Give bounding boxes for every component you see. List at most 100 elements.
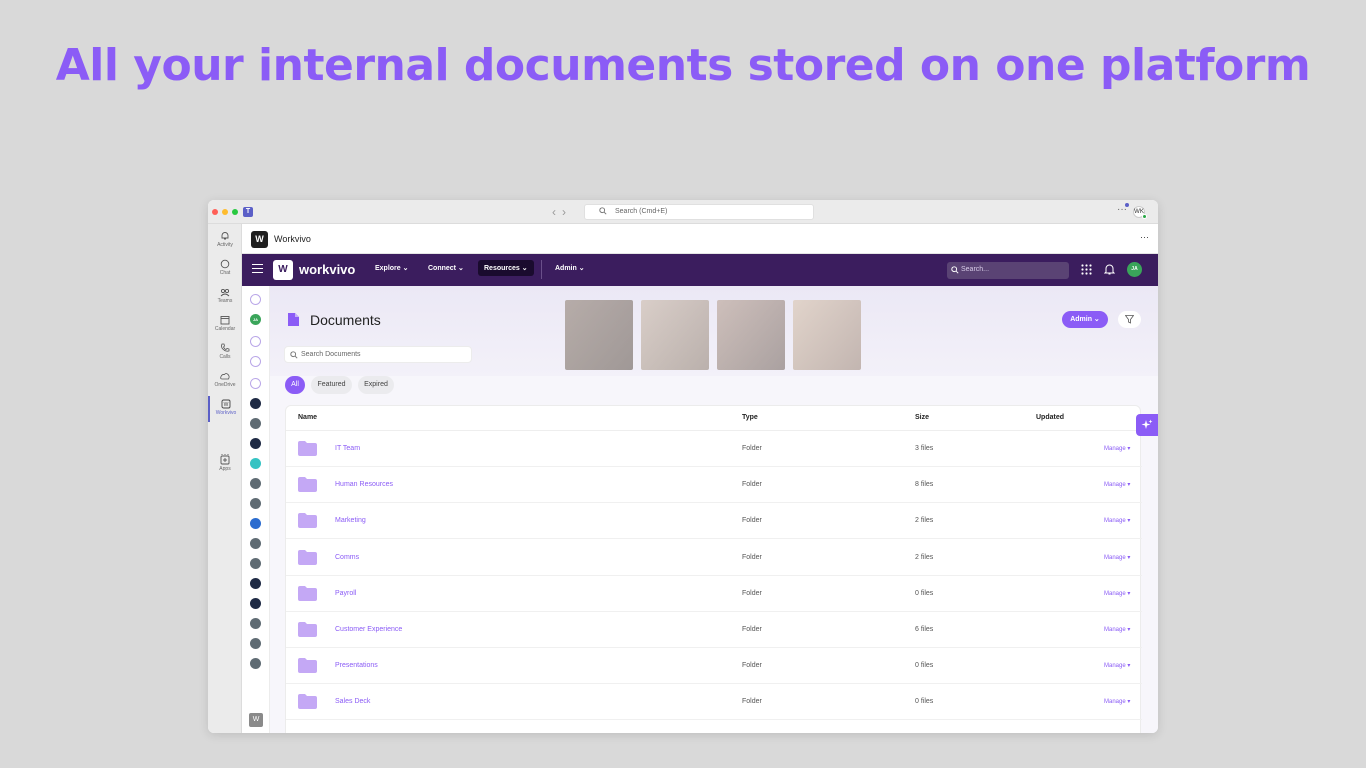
search-icon: [599, 207, 607, 215]
minimize-window-button[interactable]: [222, 209, 228, 215]
space-avatar[interactable]: [250, 538, 261, 549]
user-avatar[interactable]: JA: [250, 314, 261, 325]
folder-type: Folder: [742, 445, 762, 452]
folder-name-link[interactable]: Marketing: [335, 517, 366, 524]
space-avatar[interactable]: [250, 438, 261, 449]
folder-name-link[interactable]: Sales Deck: [335, 698, 370, 705]
table-row[interactable]: Marketing Folder 2 files Manage ▾: [286, 503, 1142, 540]
space-avatar[interactable]: [250, 638, 261, 649]
space-avatar[interactable]: [250, 578, 261, 589]
folder-name-link[interactable]: Payroll: [335, 590, 356, 597]
user-avatar[interactable]: JA: [1127, 262, 1142, 277]
folder-name-link[interactable]: Customer Experience: [335, 626, 402, 633]
home-icon[interactable]: [250, 294, 261, 305]
rail-item-calls[interactable]: Calls: [208, 340, 242, 366]
space-avatar[interactable]: [250, 458, 261, 469]
apps-grid-icon[interactable]: [1081, 264, 1092, 275]
space-avatar[interactable]: [250, 398, 261, 409]
manage-dropdown[interactable]: Manage ▾: [1104, 626, 1130, 633]
folder-type: Folder: [742, 517, 762, 525]
filter-button[interactable]: [1118, 311, 1141, 328]
space-avatar[interactable]: [250, 558, 261, 569]
table-row[interactable]: IT Team Folder 3 files Manage ▾: [286, 431, 1142, 467]
space-avatar[interactable]: [250, 478, 261, 489]
plus-icon: [220, 455, 230, 465]
space-avatar[interactable]: [250, 618, 261, 629]
hamburger-menu-icon[interactable]: [252, 264, 263, 273]
folder-size: 2 files: [915, 517, 934, 525]
table-row[interactable]: Payroll Folder 0 files Manage ▾: [286, 576, 1142, 612]
app-header: W Workvivo ···: [242, 224, 1158, 254]
space-avatar[interactable]: [250, 598, 261, 609]
chat-icon[interactable]: [250, 356, 261, 367]
table-row[interactable]: Sales Deck Folder 0 files Manage ▾: [286, 684, 1142, 721]
space-avatar[interactable]: [250, 658, 261, 669]
column-header-type[interactable]: Type: [742, 414, 758, 421]
admin-dropdown-button[interactable]: Admin ⌄: [1062, 311, 1108, 328]
more-options-icon[interactable]: ···: [1140, 232, 1149, 242]
manage-dropdown[interactable]: Manage ▾: [1104, 481, 1130, 488]
column-header-updated[interactable]: Updated: [1036, 414, 1064, 421]
folder-name-link[interactable]: IT Team: [335, 445, 360, 452]
teams-search-input[interactable]: Search (Cmd+E): [584, 204, 814, 220]
filter-pill-expired[interactable]: Expired: [358, 376, 394, 394]
manage-dropdown[interactable]: Manage ▾: [1104, 445, 1130, 452]
manage-dropdown[interactable]: Manage ▾: [1104, 554, 1130, 561]
teams-search-placeholder: Search (Cmd+E): [615, 208, 668, 215]
table-row[interactable]: Presentations Folder 0 files Manage ▾: [286, 648, 1142, 685]
rail-item-calendar[interactable]: Calendar: [208, 312, 242, 338]
rail-label: Teams: [217, 298, 233, 304]
admin-button-label: Admin: [1070, 316, 1092, 323]
space-avatar[interactable]: [250, 498, 261, 509]
nav-item-connect[interactable]: Connect ⌄: [428, 264, 464, 272]
workvivo-app-logo: W: [251, 231, 268, 248]
space-avatar[interactable]: [250, 518, 261, 529]
nav-search-input[interactable]: Search...: [947, 262, 1069, 279]
space-avatar[interactable]: [250, 418, 261, 429]
headline: All your internal documents stored on on…: [55, 40, 1311, 91]
search-documents-placeholder: Search Documents: [301, 351, 361, 358]
manage-dropdown[interactable]: Manage ▾: [1104, 590, 1130, 597]
column-header-size[interactable]: Size: [915, 414, 929, 421]
back-forward-arrows[interactable]: ‹›: [552, 205, 572, 219]
folder-name-link[interactable]: Comms: [335, 554, 359, 561]
banner-photo: [793, 300, 861, 370]
table-row[interactable]: Customer Experience Folder 6 files Manage ▾: [286, 612, 1142, 648]
rail-label: Chat: [219, 270, 231, 276]
explore-icon[interactable]: [250, 336, 261, 347]
table-row[interactable]: Human Resources Folder 8 files Manage ▾: [286, 467, 1142, 504]
cloud-icon: [220, 373, 230, 380]
rail-item-onedrive[interactable]: OneDrive: [208, 368, 242, 394]
search-documents-input[interactable]: Search Documents: [284, 346, 472, 363]
rail-item-workvivo[interactable]: W Workvivo: [208, 396, 242, 422]
notifications-bell-icon[interactable]: [1104, 263, 1115, 275]
filter-pill-featured[interactable]: Featured: [311, 376, 352, 394]
layers-icon[interactable]: [250, 378, 261, 389]
column-header-name[interactable]: Name: [298, 414, 317, 421]
close-window-button[interactable]: [212, 209, 218, 215]
nav-item-resources[interactable]: Resources ⌄: [478, 260, 534, 276]
rail-item-apps[interactable]: Apps: [208, 452, 242, 478]
nav-item-explore[interactable]: Explore ⌄: [375, 264, 409, 272]
nav-divider: [541, 260, 542, 279]
rail-item-teams[interactable]: Teams: [208, 284, 242, 310]
folder-name-link[interactable]: Human Resources: [335, 481, 393, 488]
rail-item-chat[interactable]: Chat: [208, 256, 242, 282]
folder-size: 0 files: [915, 662, 934, 670]
manage-dropdown[interactable]: Manage ▾: [1104, 698, 1130, 705]
ai-assistant-button[interactable]: [1136, 414, 1158, 436]
manage-dropdown[interactable]: Manage ▾: [1104, 662, 1130, 669]
workvivo-footer-icon[interactable]: W: [249, 713, 263, 727]
workvivo-brand[interactable]: workvivo: [299, 262, 355, 277]
manage-dropdown[interactable]: Manage ▾: [1104, 517, 1130, 524]
nav-item-admin[interactable]: Admin ⌄: [555, 264, 585, 272]
teams-left-rail: Activity Chat Teams Calendar Calls OneDr…: [208, 224, 242, 733]
folder-name-link[interactable]: Presentations: [335, 662, 378, 669]
filter-pill-all[interactable]: All: [285, 376, 305, 394]
table-row[interactable]: Comms Folder 2 files Manage ▾: [286, 540, 1142, 576]
rail-item-activity[interactable]: Activity: [208, 228, 242, 254]
maximize-window-button[interactable]: [232, 209, 238, 215]
folder-size: 0 files: [915, 589, 934, 597]
rail-label: Workvivo: [215, 410, 237, 416]
search-icon: [951, 266, 959, 274]
